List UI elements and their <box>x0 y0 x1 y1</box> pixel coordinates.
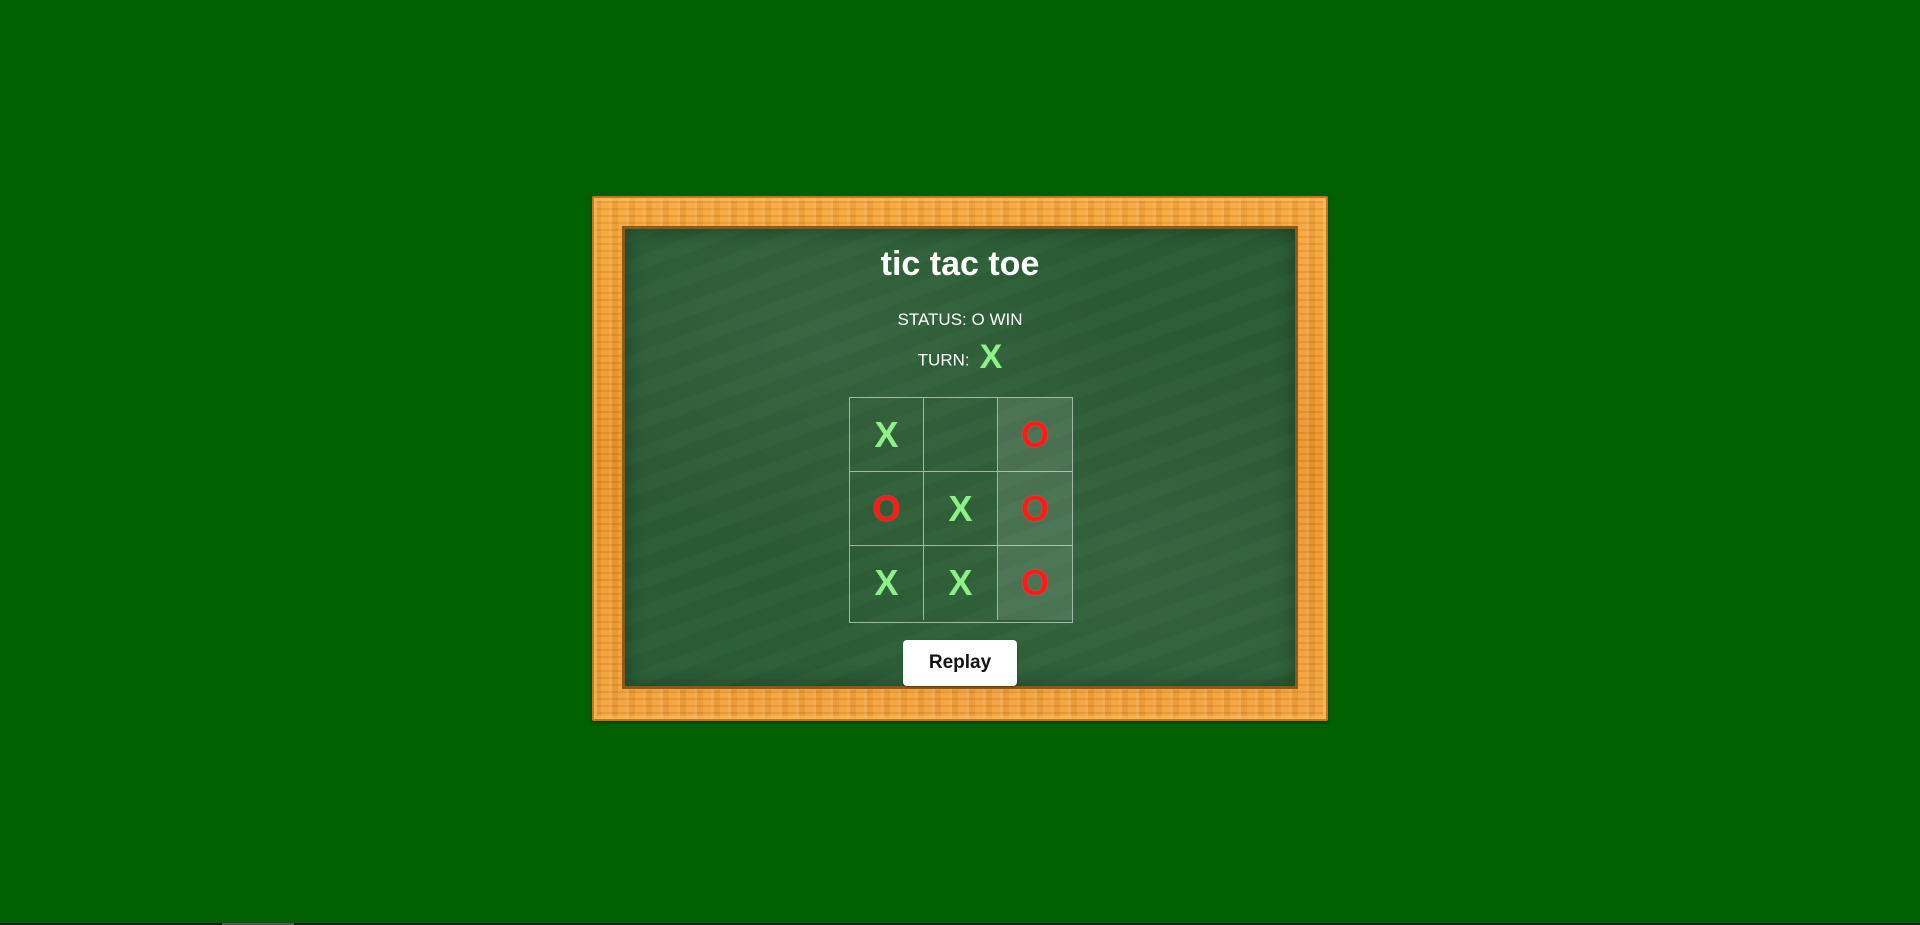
cell-mark: O <box>1020 413 1049 455</box>
cell-mark: X <box>874 562 899 603</box>
turn-line: TURN: X <box>0 340 1920 378</box>
status-value: O WIN <box>971 310 1023 329</box>
status-label: STATUS: <box>897 310 967 329</box>
game-board-grid: X O O X O X X O <box>849 397 1073 623</box>
replay-button[interactable]: Replay <box>903 640 1017 686</box>
game-title: tic tac toe <box>880 245 1040 283</box>
turn-mark: X <box>979 338 1003 376</box>
cell-mark: X <box>948 562 973 603</box>
turn-label: TURN: <box>917 350 970 370</box>
board-cell-1[interactable]: X <box>850 398 924 472</box>
board-cell-3[interactable]: O <box>998 398 1072 472</box>
cell-mark: O <box>1020 487 1049 529</box>
board-cell-5[interactable]: X <box>924 472 998 546</box>
board-cell-7[interactable]: X <box>850 546 924 620</box>
cell-mark: O <box>1020 562 1049 603</box>
board-cell-9[interactable]: O <box>998 546 1072 620</box>
board-cell-4[interactable]: O <box>850 472 924 546</box>
board-cell-2[interactable] <box>924 398 998 472</box>
board-cell-6[interactable]: O <box>998 472 1072 546</box>
cell-mark: X <box>874 413 899 455</box>
board-cell-8[interactable]: X <box>924 546 998 620</box>
cell-mark: X <box>948 487 973 529</box>
status-line: STATUS: O WIN <box>0 311 1920 328</box>
cell-mark: O <box>872 487 901 529</box>
